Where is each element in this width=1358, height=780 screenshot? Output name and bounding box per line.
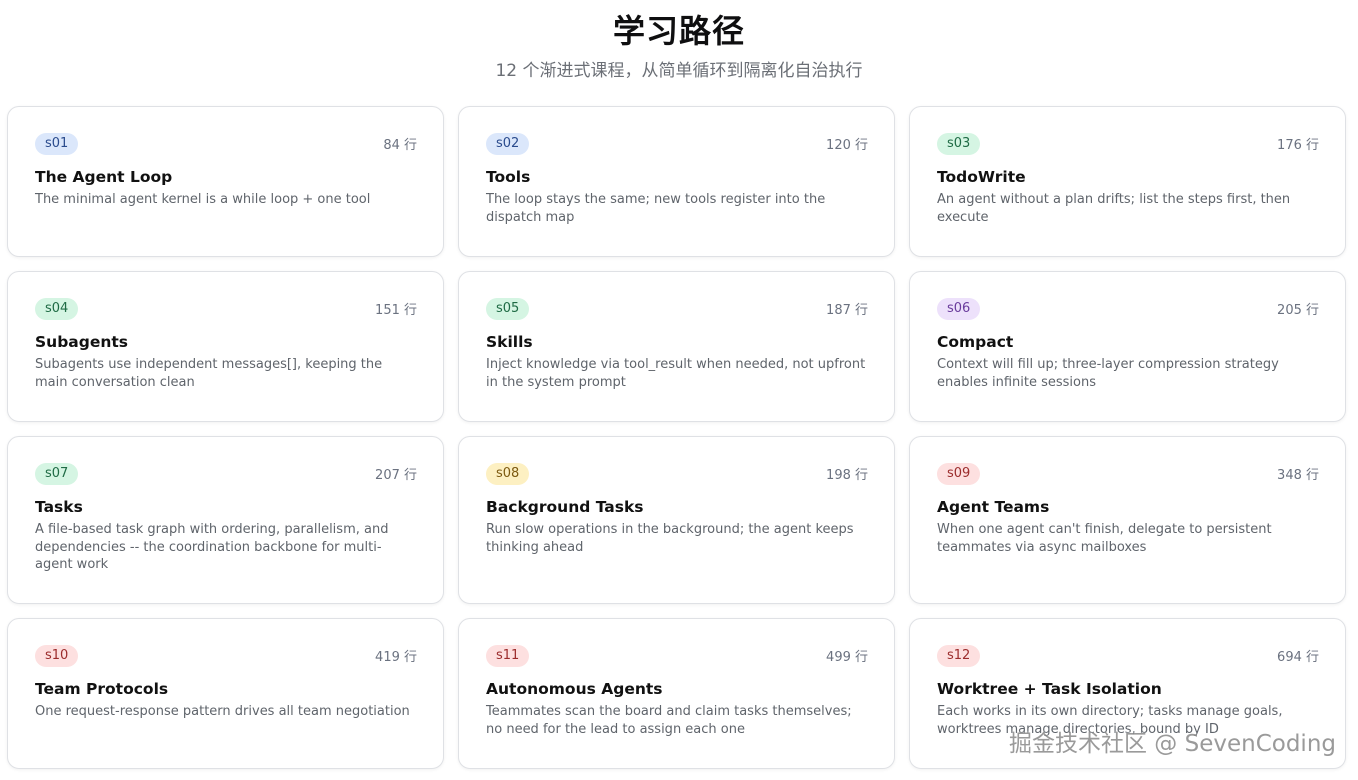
course-badge: s10 bbox=[35, 645, 79, 667]
course-description: A file-based task graph with ordering, p… bbox=[35, 522, 389, 572]
course-description: Context will fill up; three-layer compre… bbox=[937, 357, 1279, 390]
line-count: 499 行 bbox=[826, 650, 868, 665]
course-description: One request-response pattern drives all … bbox=[35, 704, 410, 719]
course-title: Team Protocols bbox=[35, 680, 169, 698]
course-description: The loop stays the same; new tools regis… bbox=[486, 192, 826, 225]
course-badge: s05 bbox=[486, 298, 530, 320]
course-badge: s01 bbox=[35, 133, 79, 155]
course-description: Each works in its own directory; tasks m… bbox=[937, 704, 1283, 737]
course-description: When one agent can't finish, delegate to… bbox=[937, 522, 1272, 555]
course-card-s09[interactable]: s09 348 行 Agent Teams When one agent can… bbox=[909, 436, 1346, 604]
course-description: Teammates scan the board and claim tasks… bbox=[486, 704, 852, 737]
course-card-s10[interactable]: s10 419 行 Team Protocols One request-res… bbox=[7, 618, 444, 769]
course-description: An agent without a plan drifts; list the… bbox=[937, 192, 1291, 225]
course-description: Subagents use independent messages[], ke… bbox=[35, 357, 383, 390]
page-subtitle: 12 个渐进式课程，从简单循环到隔离化自治执行 bbox=[495, 61, 863, 81]
course-description: The minimal agent kernel is a while loop… bbox=[35, 192, 371, 207]
course-title: Subagents bbox=[35, 333, 129, 351]
course-card-s01[interactable]: s01 84 行 The Agent Loop The minimal agen… bbox=[7, 106, 444, 257]
course-grid: s01 84 行 The Agent Loop The minimal agen… bbox=[7, 106, 1346, 769]
course-card-s08[interactable]: s08 198 行 Background Tasks Run slow oper… bbox=[458, 436, 895, 604]
course-title: Skills bbox=[486, 333, 533, 351]
course-description: Inject knowledge via tool_result when ne… bbox=[486, 357, 866, 390]
page-title: 学习路径 bbox=[612, 12, 745, 50]
course-title: Compact bbox=[937, 333, 1014, 351]
course-badge: s06 bbox=[937, 298, 981, 320]
course-title: TodoWrite bbox=[937, 168, 1026, 186]
line-count: 187 行 bbox=[826, 303, 868, 318]
line-count: 84 行 bbox=[383, 138, 417, 153]
course-title: Agent Teams bbox=[937, 498, 1050, 516]
line-count: 419 行 bbox=[375, 650, 417, 665]
course-badge: s07 bbox=[35, 463, 79, 485]
course-title: Tools bbox=[486, 168, 531, 186]
course-title: The Agent Loop bbox=[35, 168, 173, 186]
line-count: 120 行 bbox=[826, 138, 868, 153]
course-card-s06[interactable]: s06 205 行 Compact Context will fill up; … bbox=[909, 271, 1346, 422]
line-count: 198 行 bbox=[826, 468, 868, 483]
course-badge: s03 bbox=[937, 133, 981, 155]
course-card-s07[interactable]: s07 207 行 Tasks A file-based task graph … bbox=[7, 436, 444, 604]
course-badge: s08 bbox=[486, 463, 530, 485]
course-title: Worktree + Task Isolation bbox=[937, 680, 1162, 698]
line-count: 205 行 bbox=[1277, 303, 1319, 318]
course-badge: s11 bbox=[486, 645, 530, 667]
course-badge: s02 bbox=[486, 133, 530, 155]
course-card-s05[interactable]: s05 187 行 Skills Inject knowledge via to… bbox=[458, 271, 895, 422]
course-title: Tasks bbox=[35, 498, 83, 516]
course-title: Autonomous Agents bbox=[486, 680, 663, 698]
line-count: 151 行 bbox=[375, 303, 417, 318]
line-count: 176 行 bbox=[1277, 138, 1319, 153]
course-card-s02[interactable]: s02 120 行 Tools The loop stays the same;… bbox=[458, 106, 895, 257]
course-badge: s09 bbox=[937, 463, 981, 485]
course-badge: s12 bbox=[937, 645, 981, 667]
course-badge: s04 bbox=[35, 298, 79, 320]
course-card-s12[interactable]: s12 694 行 Worktree + Task Isolation Each… bbox=[909, 618, 1346, 769]
course-card-s11[interactable]: s11 499 行 Autonomous Agents Teammates sc… bbox=[458, 618, 895, 769]
line-count: 207 行 bbox=[375, 468, 417, 483]
line-count: 694 行 bbox=[1277, 650, 1319, 665]
course-description: Run slow operations in the background; t… bbox=[486, 522, 854, 555]
line-count: 348 行 bbox=[1277, 468, 1319, 483]
course-card-s03[interactable]: s03 176 行 TodoWrite An agent without a p… bbox=[909, 106, 1346, 257]
course-title: Background Tasks bbox=[486, 498, 644, 516]
course-card-s04[interactable]: s04 151 行 Subagents Subagents use indepe… bbox=[7, 271, 444, 422]
